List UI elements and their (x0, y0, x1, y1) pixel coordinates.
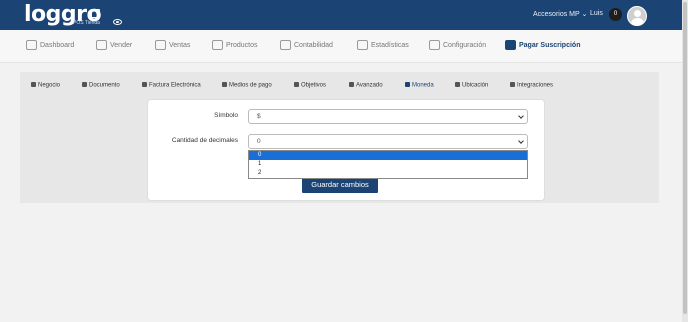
decimals-select[interactable]: 0 (248, 134, 528, 149)
location-icon (455, 82, 460, 87)
eye-icon[interactable] (113, 19, 122, 25)
card-icon (505, 40, 516, 50)
dollar-icon (405, 82, 410, 87)
sales-icon (155, 40, 166, 50)
user-name[interactable]: Luis (590, 10, 603, 17)
chevron-down-icon (518, 113, 524, 119)
decimals-option[interactable]: 2 (249, 169, 527, 178)
nav-vender[interactable]: Vender (96, 40, 132, 50)
nav-ventas[interactable]: Ventas (155, 40, 190, 50)
tab-negocio[interactable]: Negocio (31, 82, 60, 89)
avatar[interactable] (627, 6, 647, 26)
decimals-option[interactable]: 0 (249, 151, 527, 160)
box-icon (212, 40, 223, 50)
integration-icon (510, 82, 515, 87)
logo-mark-icon (91, 9, 100, 18)
logo-subtitle: POS Tienda (73, 20, 100, 26)
notification-badge[interactable]: 0 (609, 8, 622, 21)
nav-configuracion[interactable]: Configuración (429, 40, 486, 50)
target-icon (294, 82, 299, 87)
tab-integraciones[interactable]: Integraciones (510, 82, 553, 89)
decimals-value: 0 (257, 138, 261, 145)
book-icon (280, 40, 291, 50)
decimals-option[interactable]: 1 (249, 160, 527, 169)
building-icon (31, 82, 36, 87)
settings-tabs: Negocio Documento Factura Electrónica Me… (20, 74, 659, 96)
chevron-down-icon (518, 138, 524, 144)
store-selector[interactable]: Accesorios MP ⌄ (533, 10, 587, 18)
scrollbar-thumb[interactable] (683, 2, 687, 314)
nav-pagar-suscripcion[interactable]: Pagar Suscripción (505, 40, 580, 50)
gear-icon (429, 40, 440, 50)
stats-icon (357, 40, 368, 50)
nav-estadisticas[interactable]: Estadísticas (357, 40, 409, 50)
store-name: Accesorios MP (533, 11, 580, 18)
tab-medios-de-pago[interactable]: Medios de pago (222, 82, 272, 89)
symbol-select[interactable]: $ (248, 109, 528, 124)
nav-productos[interactable]: Productos (212, 40, 258, 50)
decimals-dropdown: 0 1 2 (248, 150, 528, 179)
dashboard-icon (26, 40, 37, 50)
main-nav: Dashboard Vender Ventas Productos Contab… (0, 30, 682, 63)
chevron-down-icon: ⌄ (581, 11, 588, 18)
symbol-label: Símbolo (214, 112, 238, 119)
invoice-icon (142, 82, 147, 87)
document-icon (82, 82, 87, 87)
tab-moneda[interactable]: Moneda (405, 82, 434, 89)
tab-avanzado[interactable]: Avanzado (349, 82, 383, 89)
decimals-label: Cantidad de decimales (171, 137, 238, 144)
tab-ubicacion[interactable]: Ubicación (455, 82, 488, 89)
symbol-value: $ (257, 113, 261, 120)
tab-objetivos[interactable]: Objetivos (294, 82, 326, 89)
tab-factura-electronica[interactable]: Factura Electrónica (142, 82, 201, 89)
cart-icon (96, 40, 107, 50)
tab-documento[interactable]: Documento (82, 82, 120, 89)
nav-contabilidad[interactable]: Contabilidad (280, 40, 333, 50)
nav-dashboard[interactable]: Dashboard (26, 40, 74, 50)
top-bar: loggro POS Tienda Accesorios MP ⌄ Luis 0 (0, 0, 682, 30)
bell-icon (349, 82, 354, 87)
payment-icon (222, 82, 227, 87)
save-button[interactable]: Guardar cambios (302, 177, 378, 193)
